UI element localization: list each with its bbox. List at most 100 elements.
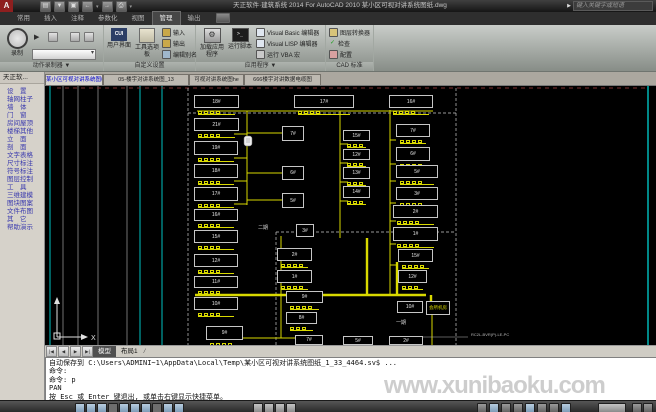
building-box-12#[interactable]: 12# [343,149,370,160]
building-box-12#[interactable]: 12# [194,254,238,267]
workspace-switch-icon[interactable] [598,403,626,412]
plot-icon[interactable]: ⎙ [116,1,127,12]
status-toggle[interactable] [152,403,162,412]
building-box-18#[interactable]: 18# [194,164,238,178]
manage-macro-icon[interactable] [84,32,94,42]
status-toggle[interactable] [286,403,296,412]
undo-icon[interactable]: ← [82,1,93,12]
sidebar-item[interactable]: 符号标注 [7,168,44,176]
sidebar-item[interactable]: 房间屋顶 [7,120,44,128]
sidebar-item[interactable]: 立 面 [7,136,44,144]
new-file-icon[interactable]: ▤ [40,1,51,12]
status-toggle[interactable] [174,403,184,412]
building-box-13#[interactable]: 13# [343,167,370,179]
drawing-tab[interactable]: 666楼宇对讲数据电缆图 [244,74,321,85]
search-arrow-icon[interactable]: ▶ [567,3,571,9]
building-box-7#[interactable]: 7# [295,335,323,345]
express-panel-icon[interactable] [216,13,230,23]
prev-tab-icon[interactable]: ◀ [58,346,69,357]
drawing-tab[interactable]: 05-楼宇对讲系统图_13 [103,74,189,85]
ribbon-tab-视图[interactable]: 视图 [125,12,152,25]
application-item[interactable]: Visual LISP 编辑器 [256,39,319,48]
building-box-10#[interactable]: 10# [397,301,423,313]
building-box-16#[interactable]: 16# [194,209,238,221]
building-box-11#[interactable]: 11# [194,276,238,288]
building-box-6#[interactable]: 6# [396,147,430,161]
insert-message-icon[interactable] [48,32,58,42]
sidebar-item[interactable]: 其 它 [7,216,44,224]
building-box-16#[interactable]: 16# [389,95,433,108]
cad-standard-item[interactable]: 图层转换器 [329,28,370,37]
building-box-1#[interactable]: 1# [393,227,438,241]
autocad-logo-icon[interactable]: A [0,0,13,12]
customization-item[interactable]: 输出 [162,39,197,48]
building-box-2#[interactable]: 2# [393,205,438,218]
sidebar-item[interactable]: 楼梯其他 [7,128,44,136]
building-box-14#[interactable]: 14# [343,186,370,198]
sidebar-item[interactable]: 三维建模 [7,192,44,200]
building-box-1#[interactable]: 1# [277,270,312,283]
next-tab-icon[interactable]: ▶ [70,346,81,357]
save-icon[interactable]: ▣ [68,1,79,12]
sidebar-item[interactable]: 设 置 [7,88,44,96]
building-box-17#[interactable]: 17# [194,187,238,201]
status-toggle[interactable] [130,403,140,412]
sidebar-item[interactable]: 文字表格 [7,152,44,160]
status-toggle[interactable] [264,403,274,412]
sidebar-item[interactable]: 帮助演示 [7,224,44,232]
sidebar-item[interactable]: 轴网柱子 [7,96,44,104]
status-toggle[interactable] [108,403,118,412]
ribbon-tab-输出[interactable]: 输出 [181,12,208,25]
building-box-2#[interactable]: 2# [277,248,312,261]
building-box-19#[interactable]: 19# [194,141,238,155]
customization-item[interactable]: 输入 [162,28,197,37]
building-box-3#[interactable]: 3# [296,224,314,237]
status-toggle[interactable] [75,403,85,412]
building-box-15#[interactable]: 15# [194,230,238,243]
building-box-8#[interactable]: 8# [286,312,317,324]
tool-palettes-button[interactable]: 工具选项板 [133,28,161,58]
sidebar-item[interactable]: 文件布图 [7,208,44,216]
redo-icon[interactable]: → [102,1,113,12]
building-box-18#[interactable]: 18# [194,95,239,108]
building-box-17#[interactable]: 17# [294,95,354,108]
sidebar-item[interactable]: 尺寸标注 [7,160,44,168]
ribbon-tab-常用[interactable]: 常用 [10,12,37,25]
status-toggle[interactable] [253,403,263,412]
building-box-2#[interactable]: 2# [389,336,423,345]
panel-label[interactable]: 应用程序 ▼ [196,62,325,71]
tab-model[interactable]: 模型 [93,346,116,357]
qat-dropdown-icon[interactable]: ▾ [130,4,133,10]
user-interface-button[interactable]: CUI 用户界面 [105,28,133,50]
panel-label[interactable]: 动作录制器 ▼ [0,62,103,71]
preference-icon[interactable] [70,32,80,42]
building-box-7#[interactable]: 7# [282,126,304,141]
building-box-6#[interactable]: 6# [282,166,304,180]
application-item[interactable]: Visual Basic 编辑器 [256,28,319,37]
building-box-7#[interactable]: 7# [396,124,430,137]
status-tool[interactable] [525,403,535,412]
status-tool[interactable] [549,403,559,412]
building-box-9#[interactable]: 9# [286,291,323,303]
load-application-button[interactable]: ⚙ 加载应用程序 [198,28,226,58]
building-box-15#[interactable]: 15# [398,249,433,262]
status-tool[interactable] [501,403,511,412]
last-tab-icon[interactable]: ▶| [82,346,93,357]
building-box-3#[interactable]: 3# [396,187,438,200]
sidebar-header[interactable]: 天正软... [0,72,44,84]
sidebar-item[interactable]: 工 具 [7,184,44,192]
status-tool[interactable] [561,403,571,412]
drawing-tab[interactable]: 可视对讲系统图he [189,74,244,85]
status-toggle[interactable] [97,403,107,412]
status-tool[interactable] [632,403,642,412]
building-box-5#[interactable]: 5# [343,336,373,345]
ribbon-tab-参数化[interactable]: 参数化 [91,12,125,25]
help-search-input[interactable]: 键入关键字或短语 [573,1,653,11]
status-tool[interactable] [513,403,523,412]
status-toggle[interactable] [86,403,96,412]
tab-layout1[interactable]: 布局1 [116,346,143,357]
customization-item[interactable]: 编辑别名 [162,50,197,59]
status-toggle[interactable] [163,403,173,412]
building-box-10#[interactable]: 10# [194,297,238,310]
ribbon-tab-注释[interactable]: 注释 [64,12,91,25]
